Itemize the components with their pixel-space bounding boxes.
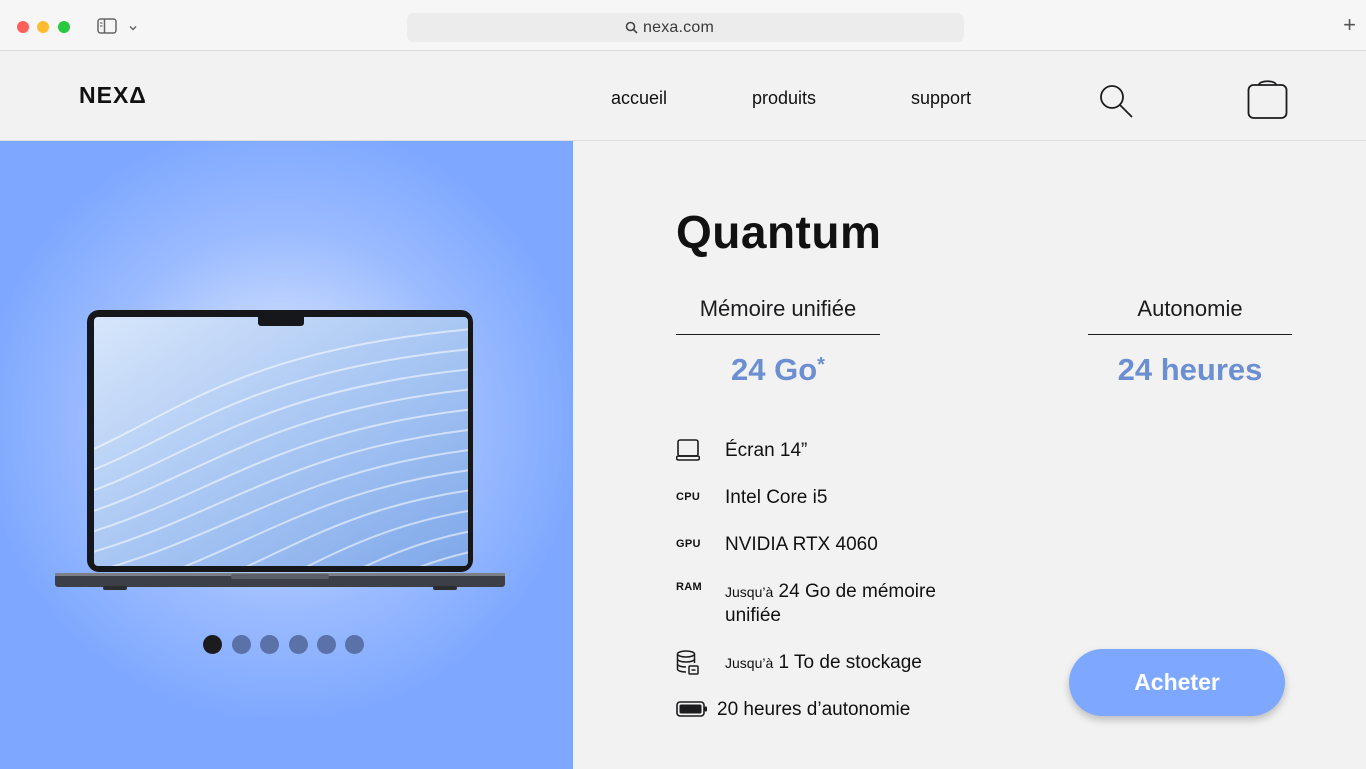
carousel-dot-6[interactable] bbox=[345, 635, 364, 654]
spec-value-autonomy: 24 heures bbox=[1117, 352, 1263, 387]
new-tab-icon[interactable]: + bbox=[1343, 14, 1356, 36]
storage-icon bbox=[676, 650, 700, 679]
carousel-dot-3[interactable] bbox=[260, 635, 279, 654]
feature-prefix: Jusqu’à bbox=[725, 655, 774, 671]
carousel-dot-2[interactable] bbox=[232, 635, 251, 654]
spec-label-autonomy: Autonomie bbox=[1088, 296, 1292, 335]
feature-main-line2: unifiée bbox=[725, 605, 781, 626]
screen-icon bbox=[675, 438, 701, 465]
feature-prefix: Jusqu’à bbox=[725, 584, 774, 600]
feature-text: Intel Core i5 bbox=[725, 487, 828, 508]
sidebar-toggle-icon[interactable] bbox=[97, 18, 117, 39]
ram-icon: RAM bbox=[676, 581, 702, 593]
search-icon[interactable] bbox=[1098, 83, 1134, 124]
spec-value-memory-text: 24 Go bbox=[731, 352, 818, 387]
chevron-down-icon[interactable] bbox=[128, 20, 138, 38]
browser-chrome: nexa.com + bbox=[0, 0, 1366, 51]
url-text: nexa.com bbox=[643, 19, 714, 36]
minimize-window-button[interactable] bbox=[37, 21, 49, 33]
gpu-icon: GPU bbox=[676, 538, 701, 550]
spec-value-memory: 24 Go* bbox=[676, 352, 880, 388]
feature-text: NVIDIA RTX 4060 bbox=[725, 534, 878, 555]
address-bar[interactable]: nexa.com bbox=[407, 13, 964, 42]
carousel-dot-5[interactable] bbox=[317, 635, 336, 654]
nav-accueil[interactable]: accueil bbox=[611, 88, 667, 109]
product-title: Quantum bbox=[676, 206, 882, 258]
nexa-logo[interactable]: NEXΔ bbox=[79, 82, 147, 109]
feature-text: Jusqu’à 1 To de stockage bbox=[725, 651, 922, 675]
cpu-icon: CPU bbox=[676, 491, 701, 503]
nav-support[interactable]: support bbox=[911, 88, 971, 109]
shopping-bag-icon[interactable] bbox=[1247, 77, 1289, 126]
feature-text: Écran 14” bbox=[725, 440, 808, 461]
battery-icon bbox=[676, 700, 708, 721]
maximize-window-button[interactable] bbox=[58, 21, 70, 33]
carousel-dot-1[interactable] bbox=[203, 635, 222, 654]
laptop-image bbox=[55, 310, 505, 590]
close-window-button[interactable] bbox=[17, 21, 29, 33]
product-hero bbox=[0, 141, 573, 769]
feature-main: 24 Go de mémoire bbox=[778, 581, 936, 602]
carousel-dot-4[interactable] bbox=[289, 635, 308, 654]
site-header: NEXΔ accueil produits support bbox=[0, 51, 1366, 141]
buy-button[interactable]: Acheter bbox=[1069, 649, 1285, 716]
spec-label-memory: Mémoire unifiée bbox=[676, 296, 880, 335]
search-icon bbox=[625, 21, 638, 39]
nav-produits[interactable]: produits bbox=[752, 88, 816, 109]
feature-text: Jusqu’à 24 Go de mémoire unifiée bbox=[725, 580, 936, 628]
feature-text: 20 heures d’autonomie bbox=[717, 699, 911, 720]
footnote-mark: * bbox=[817, 354, 825, 376]
feature-main: 1 To de stockage bbox=[778, 652, 922, 673]
